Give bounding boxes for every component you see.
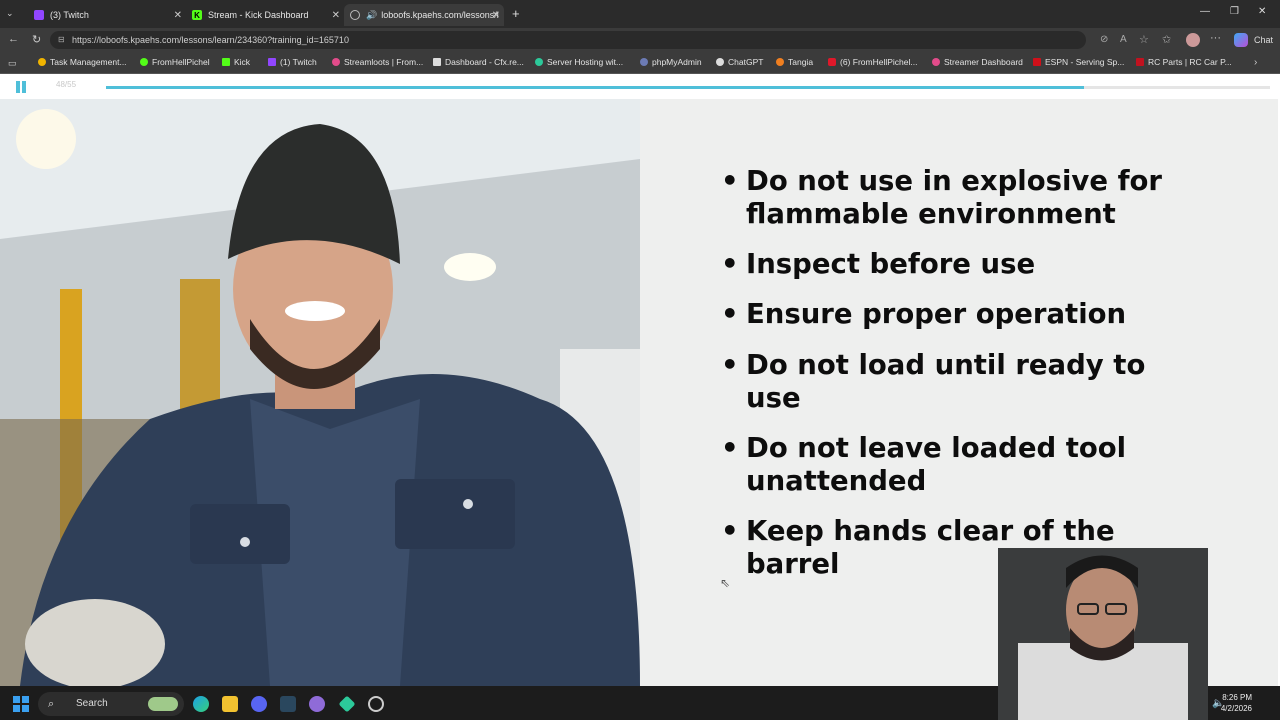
obs-icon[interactable]	[368, 696, 384, 712]
worker-photo	[0, 99, 640, 686]
bullet-text: Do not leave loaded tool	[746, 432, 1127, 464]
slide-photo	[0, 99, 640, 686]
tab-lesson[interactable]: 🔊 loboofs.kpaehs.com/lessons/l ✕	[344, 4, 504, 26]
bookmark-item[interactable]: Kick	[222, 57, 250, 67]
bookmark-item[interactable]: ChatGPT	[716, 57, 763, 67]
bullet-dot: •	[721, 248, 739, 280]
read-aloud-icon[interactable]: A	[1120, 34, 1127, 45]
close-icon[interactable]: ✕	[332, 10, 340, 21]
file-explorer-icon[interactable]	[222, 696, 238, 712]
bullet-text: Do not load until ready to	[746, 349, 1146, 381]
pause-icon-bar[interactable]	[22, 81, 26, 93]
bookmark-item[interactable]: FromHellPichel	[140, 57, 210, 67]
tab-list-chevron-icon[interactable]: ⌄	[6, 8, 14, 19]
favorite-star-icon[interactable]: ☆	[1139, 33, 1149, 46]
bookmarks-overflow-icon[interactable]: ›	[1254, 57, 1257, 68]
bookmark-item[interactable]: RC Parts | RC Car P...	[1136, 57, 1232, 67]
close-icon[interactable]: ✕	[174, 10, 182, 21]
refresh-icon[interactable]: ↻	[32, 33, 41, 46]
globe-icon	[350, 10, 360, 20]
lock-icon: ⊟	[58, 35, 65, 44]
search-highlight-icon	[148, 697, 178, 711]
bullet-text: Do not use in explosive for	[746, 165, 1162, 197]
bullet-text: use	[746, 382, 801, 414]
new-tab-plus-icon[interactable]: +	[512, 6, 520, 21]
app-icon[interactable]	[309, 696, 325, 712]
bullet-dot: •	[721, 165, 739, 197]
taskbar-search[interactable]: ⌕ Search	[38, 692, 184, 716]
url-input[interactable]: ⊟ https://loboofs.kpaehs.com/lessons/lea…	[50, 31, 1086, 49]
twitch-icon	[34, 10, 44, 20]
tab-label: (3) Twitch	[50, 10, 89, 20]
mouse-cursor-icon: ⇖	[720, 576, 731, 590]
back-icon[interactable]: ←	[8, 33, 19, 45]
bullet-text: Inspect before use	[746, 248, 1036, 280]
discord-icon[interactable]	[251, 696, 267, 712]
bookmark-item[interactable]: Dashboard - Cfx.re...	[433, 57, 524, 67]
bookmark-item[interactable]: Server Hosting wit...	[535, 57, 623, 67]
bookmark-item[interactable]: Streamer Dashboard	[932, 57, 1023, 67]
more-menu-icon[interactable]: ···	[1210, 32, 1221, 44]
bullet-text: barrel	[746, 548, 840, 580]
edge-icon[interactable]	[193, 696, 209, 712]
favorites-icon[interactable]: ✩	[1162, 33, 1171, 46]
bullet-text: flammable environment	[746, 198, 1116, 230]
tab-kick[interactable]: K Stream - Kick Dashboard ✕	[186, 4, 344, 26]
tab-label: Stream - Kick Dashboard	[208, 10, 309, 20]
bullet-text: Ensure proper operation	[746, 298, 1127, 330]
bullet-dot: •	[721, 432, 739, 464]
bullet-dot: •	[721, 298, 739, 330]
system-clock[interactable]: 8:26 PM 4/2/2026	[1221, 692, 1252, 714]
bullet-dot: •	[721, 515, 739, 547]
speaker-icon: 🔊	[366, 9, 378, 20]
bookmark-item[interactable]: (1) Twitch	[268, 57, 317, 67]
slide-counter: 48/55	[56, 80, 77, 89]
streamer-webcam	[998, 548, 1208, 720]
bookmark-item[interactable]: phpMyAdmin	[640, 57, 702, 67]
tab-twitch[interactable]: (3) Twitch ✕	[28, 4, 186, 26]
minimize-icon[interactable]: —	[1200, 6, 1210, 17]
bullet-text: unattended	[746, 465, 927, 497]
close-icon[interactable]: ✕	[492, 10, 500, 21]
url-text: https://loboofs.kpaehs.com/lessons/learn…	[72, 35, 349, 45]
webcam-overlay	[998, 548, 1208, 720]
progress-fill	[106, 86, 1084, 89]
chat-label[interactable]: Chat	[1254, 35, 1273, 45]
sidebar-toggle-icon[interactable]: ▭	[8, 58, 17, 69]
clock-date: 4/2/2026	[1220, 704, 1252, 713]
bookmark-item[interactable]: ESPN - Serving Sp...	[1033, 57, 1124, 67]
bookmark-item[interactable]: (6) FromHellPichel...	[828, 57, 917, 67]
copilot-icon[interactable]	[1234, 33, 1248, 47]
bookmark-item[interactable]: Tangia	[776, 57, 813, 67]
tab-label: loboofs.kpaehs.com/lessons/l	[381, 10, 499, 20]
steam-icon[interactable]	[280, 696, 296, 712]
kick-icon: K	[192, 10, 202, 20]
bullet-text: Keep hands clear of the	[746, 515, 1115, 547]
clock-time: 8:26 PM	[1222, 693, 1252, 702]
search-label: Search	[76, 698, 108, 709]
window-close-icon[interactable]: ✕	[1258, 6, 1266, 17]
profile-avatar[interactable]	[1186, 33, 1200, 47]
bullet-dot: •	[721, 349, 739, 381]
search-icon: ⌕	[48, 698, 55, 710]
bookmark-item[interactable]: Streamloots | From...	[332, 57, 423, 67]
restore-icon[interactable]: ❐	[1230, 6, 1239, 17]
windows-start-icon[interactable]	[13, 696, 29, 712]
pause-icon[interactable]	[16, 81, 20, 93]
bookmark-item[interactable]: Task Management...	[38, 57, 127, 67]
tracking-icon[interactable]: ⊘	[1100, 34, 1108, 45]
